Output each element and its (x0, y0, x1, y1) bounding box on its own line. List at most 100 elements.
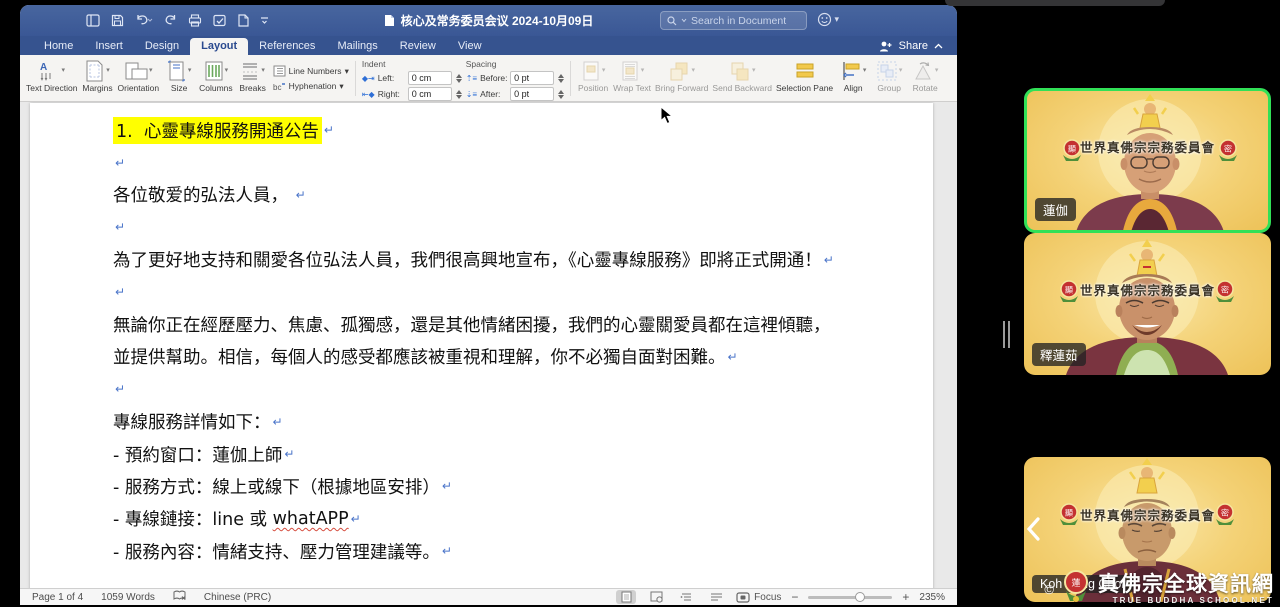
spacing-before-field[interactable]: 0 pt (510, 71, 554, 85)
text-direction-icon: A (38, 60, 60, 82)
search-placeholder: Search in Document (691, 15, 786, 27)
doc-line: 各位敬爱的弘法人員， ↵ (113, 179, 893, 211)
share-button[interactable]: Share (879, 40, 943, 52)
ribbon-layout: A▾ Text Direction ▾ Margins ▾ Orientatio… (20, 55, 957, 102)
new-document-icon[interactable] (238, 14, 249, 27)
meeting-toolbar-remnant (945, 0, 1165, 6)
background-banner-text: 世界真佛宗宗務委員會 (1024, 280, 1271, 299)
doc-line: - 預約窗口：蓮伽上師↵ (113, 438, 893, 470)
size-button[interactable]: ▾ Size (163, 58, 195, 99)
video-tile-2[interactable]: 顯 密 世界真佛宗宗務委員會 釋蓮茹 (1024, 233, 1271, 375)
share-person-icon (879, 41, 893, 52)
save-icon[interactable] (111, 14, 124, 27)
print-icon[interactable] (188, 14, 202, 27)
page-indicator[interactable]: Page 1 of 4 (32, 592, 83, 603)
word-window: 核心及常务委员会议 2024-10月09日 Search in Document… (20, 5, 957, 605)
position-button[interactable]: ▾ Position (577, 58, 609, 99)
paragraph-mark: ↵ (442, 479, 452, 493)
bring-forward-label: Bring Forward (655, 84, 708, 93)
document-page[interactable]: 1. 心靈專線服務開通公告↵ ↵ 各位敬爱的弘法人員， ↵ ↵ 為了更好地支持和… (30, 103, 933, 588)
breaks-label: Breaks (239, 84, 265, 93)
sidebar-toggle-icon[interactable] (86, 14, 100, 27)
qat-more-icon[interactable] (260, 16, 269, 25)
word-count[interactable]: 1059 Words (101, 592, 155, 603)
indent-right-stepper[interactable] (456, 90, 462, 99)
doc-line: - 服務內容：情緒支持、壓力管理建議等。↵ (113, 535, 893, 567)
zoom-slider-thumb[interactable] (855, 592, 865, 602)
spacing-before-stepper[interactable] (558, 74, 564, 83)
tab-home[interactable]: Home (33, 38, 84, 55)
paragraph-mark: ↵ (273, 415, 283, 429)
indent-left-label: Left: (378, 73, 405, 83)
rotate-button[interactable]: ▾ Rotate (909, 58, 941, 99)
video-tile-1[interactable]: 顯 密 世界真佛宗宗務委員會 蓮伽 (1024, 88, 1271, 233)
doc-line: 無論你正在經歷壓力、焦慮、孤獨感，還是其他情緒困擾，我們的心靈關愛員都在這裡傾聽… (113, 308, 893, 340)
paragraph-mark: ↵ (351, 512, 361, 526)
panel-resize-handle[interactable] (1003, 321, 1010, 348)
language-indicator[interactable]: Chinese (PRC) (204, 592, 271, 603)
size-icon (167, 60, 187, 82)
wrap-text-button[interactable]: ▾ Wrap Text (613, 58, 651, 99)
align-label: Align (844, 84, 863, 93)
indent-left-field[interactable]: 0 cm (408, 71, 452, 85)
feedback-smiley-icon[interactable]: ▾ (817, 12, 839, 27)
text-direction-button[interactable]: A▾ Text Direction (26, 58, 78, 99)
paragraph-mark: ↵ (728, 350, 738, 364)
zoom-slider[interactable] (808, 596, 892, 599)
doc-line: - 服務方式：線上或線下（根據地區安排）↵ (113, 470, 893, 502)
doc-line-title: 1. 心靈專線服務開通公告↵ (113, 114, 893, 146)
margins-button[interactable]: ▾ Margins (82, 58, 114, 99)
breaks-button[interactable]: ▾ Breaks (237, 58, 269, 99)
quick-access-toolbar (86, 14, 269, 27)
print-layout-view-button[interactable] (616, 590, 636, 604)
spacing-after-field[interactable]: 0 pt (510, 87, 554, 101)
tab-references[interactable]: References (248, 38, 326, 55)
gallery-prev-arrow-icon[interactable] (1026, 516, 1042, 547)
spacing-after-label: After: (480, 89, 507, 99)
selection-pane-button[interactable]: Selection Pane (776, 58, 833, 99)
columns-button[interactable]: ▾ Columns (199, 58, 233, 99)
draft-view-button[interactable] (706, 590, 726, 604)
hyphenation-icon: bc (273, 80, 286, 92)
redo-icon[interactable] (164, 14, 177, 27)
tab-design[interactable]: Design (134, 38, 190, 55)
search-input[interactable]: Search in Document (660, 11, 807, 30)
group-icon (876, 60, 898, 82)
zoom-out-button[interactable]: − (791, 590, 798, 604)
doc-line-empty: ↵ (113, 146, 893, 178)
bring-forward-button[interactable]: ▾ Bring Forward (655, 58, 708, 99)
line-numbers-button[interactable]: Line Numbers▾ (273, 65, 349, 77)
indent-left-stepper[interactable] (456, 74, 462, 83)
size-label: Size (171, 84, 188, 93)
group-button[interactable]: ▾ Group (873, 58, 905, 99)
send-backward-button[interactable]: ▾ Send Backward (712, 58, 772, 99)
svg-text:bc: bc (273, 83, 281, 92)
spacing-after-stepper[interactable] (558, 90, 564, 99)
undo-icon[interactable] (135, 14, 153, 27)
review-edit-icon[interactable] (213, 14, 227, 27)
web-layout-view-button[interactable] (646, 590, 666, 604)
doc-line-empty: ↵ (113, 211, 893, 243)
focus-mode-button[interactable]: Focus (736, 590, 781, 604)
send-backward-label: Send Backward (712, 84, 772, 93)
outline-view-button[interactable] (676, 590, 696, 604)
spacing-after-icon: ⇣≡ (466, 90, 477, 99)
collapse-ribbon-chevron-icon[interactable] (934, 43, 943, 49)
paragraph-mark: ↵ (115, 156, 125, 170)
hyphenation-button[interactable]: bc Hyphenation▾ (273, 80, 349, 92)
align-button[interactable]: ▾ Align (837, 58, 869, 99)
doc-line: - 專線鏈接：line 或 whatAPP↵ (113, 503, 893, 535)
indent-right-field[interactable]: 0 cm (408, 87, 452, 101)
tab-layout[interactable]: Layout (190, 38, 248, 55)
tab-view[interactable]: View (447, 38, 493, 55)
zoom-percentage[interactable]: 235% (919, 592, 945, 603)
proofing-errors-icon[interactable] (173, 590, 186, 604)
status-bar: Page 1 of 4 1059 Words Chinese (PRC) (20, 588, 957, 605)
tab-mailings[interactable]: Mailings (326, 38, 388, 55)
zoom-in-button[interactable]: + (902, 590, 909, 604)
tab-insert[interactable]: Insert (84, 38, 134, 55)
tab-review[interactable]: Review (389, 38, 447, 55)
orientation-button[interactable]: ▾ Orientation (118, 58, 160, 99)
mouse-cursor (660, 106, 673, 130)
line-numbers-icon (273, 65, 286, 77)
